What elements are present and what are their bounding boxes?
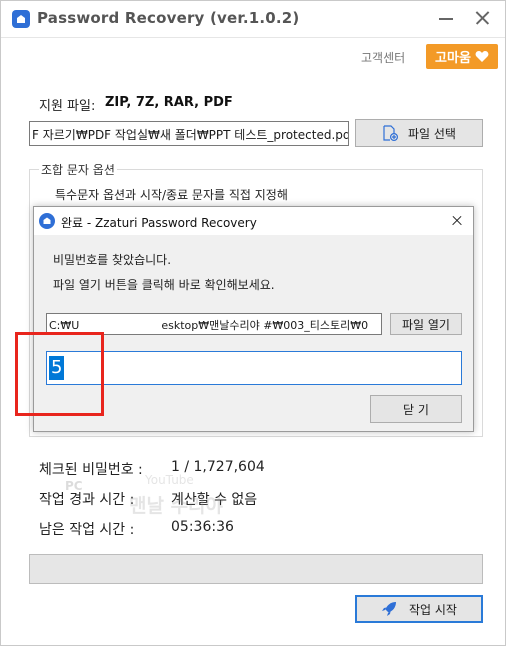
app-title: Password Recovery (ver.1.0.2) (37, 9, 300, 27)
file-select-button[interactable]: 파일 선택 (355, 119, 483, 147)
open-hint-message: 파일 열기 버튼을 클릭해 바로 확인해보세요. (53, 278, 275, 292)
open-file-label: 파일 열기 (402, 317, 450, 332)
supported-files-value: ZIP, 7Z, RAR, PDF (105, 95, 233, 110)
file-path-field[interactable]: F 자르기₩PDF 작업실₩새 폴더₩PPT 테스트_protected.pdf (29, 121, 349, 146)
highlight-box (15, 332, 104, 416)
heart-icon (475, 51, 489, 62)
close-dialog-button[interactable]: 닫 기 (370, 395, 462, 423)
combo-options-title: 조합 문자 옵션 (39, 161, 117, 178)
elapsed-time-label: 작업 경과 시간 : (39, 492, 135, 508)
dialog-title-bar: 완료 - Zzaturi Password Recovery (34, 207, 473, 235)
close-dialog-label: 닫 기 (403, 402, 429, 417)
thanks-button[interactable]: 고마움 (426, 44, 498, 69)
checked-passwords-label: 체크된 비밀번호 : (39, 462, 143, 478)
combo-options-description: 특수문자 옵션과 시작/종료 문자를 직접 지정해 (55, 188, 288, 202)
dialog-app-icon (39, 213, 55, 229)
path-end: esktop₩맨날수리야 #₩003_티스토리₩0 (161, 319, 369, 332)
checked-passwords-value: 1 / 1,727,604 (171, 459, 265, 475)
app-logo-icon (12, 10, 30, 28)
file-select-label: 파일 선택 (408, 126, 456, 141)
found-message: 비밀번호를 찾았습니다. (53, 253, 172, 267)
supported-files-label: 지원 파일: (39, 99, 96, 114)
minimize-icon[interactable] (435, 7, 457, 29)
customer-center-link[interactable]: 고객센터 (361, 49, 405, 66)
start-task-label: 작업 시작 (409, 602, 457, 617)
start-task-button[interactable]: 작업 시작 (355, 595, 483, 623)
elapsed-time-value: 계산할 수 없음 (171, 492, 258, 508)
rocket-icon (382, 602, 396, 616)
title-bar: Password Recovery (ver.1.0.2) (1, 1, 505, 37)
open-file-button[interactable]: 파일 열기 (390, 313, 462, 335)
dialog-close-icon[interactable] (447, 211, 467, 231)
close-icon[interactable] (471, 7, 493, 29)
remaining-time-label: 남은 작업 시간 : (39, 522, 135, 538)
watermark-youtube-text: YouTube (145, 473, 194, 487)
dialog-title: 완료 - Zzaturi Password Recovery (61, 216, 257, 230)
remaining-time-value: 05:36:36 (171, 519, 234, 535)
file-add-icon (383, 125, 398, 141)
path-start: C:₩U (49, 319, 80, 332)
title-divider (1, 37, 505, 38)
progress-bar (29, 554, 483, 584)
thanks-button-label: 고마움 (435, 51, 471, 66)
password-result-field[interactable]: 5 (46, 351, 462, 385)
